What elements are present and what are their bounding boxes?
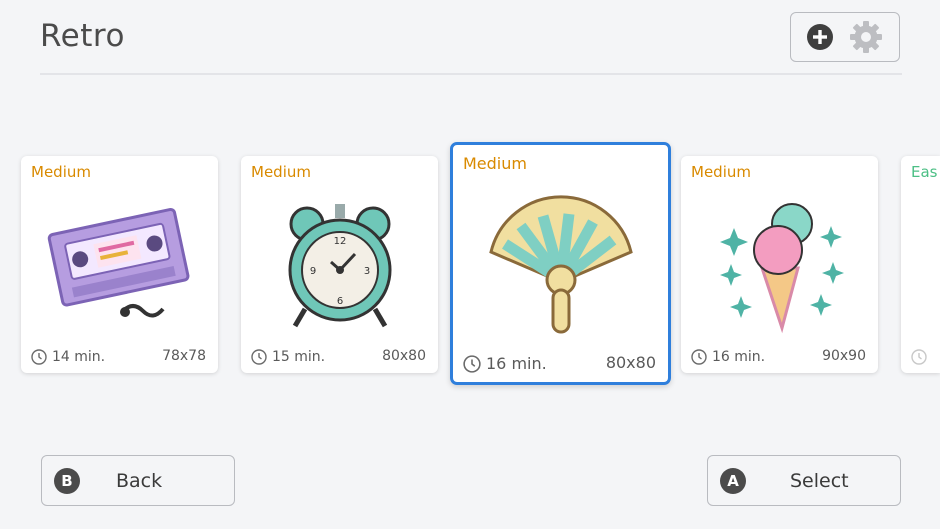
plus-circle-icon [807, 24, 833, 50]
difficulty-label: Medium [691, 163, 751, 181]
puzzle-card-vhs[interactable]: Medium 14 min. 78x78 [21, 156, 218, 373]
a-button-icon: A [720, 468, 746, 494]
hand-fan-artwork [453, 179, 668, 344]
time-estimate: 16 min. [691, 349, 765, 365]
back-button[interactable]: B Back [41, 455, 235, 506]
b-button-icon: B [54, 468, 80, 494]
gear-icon [850, 21, 882, 53]
time-estimate: 15 min. [251, 349, 325, 365]
grid-size: 78x78 [162, 348, 206, 364]
time-text: 16 min. [486, 354, 547, 373]
time-text: 15 min. [272, 349, 326, 365]
alarm-clock-artwork: 12 3 6 9 [241, 186, 438, 341]
puzzle-card-ice-cream[interactable]: Medium 16 min. 90x90 [681, 156, 878, 373]
time-text: 14 min. [52, 349, 106, 365]
grid-size: 80x80 [382, 348, 426, 364]
svg-text:9: 9 [309, 266, 315, 277]
svg-text:6: 6 [336, 296, 342, 307]
clock-icon [463, 354, 481, 373]
back-label: Back [116, 470, 163, 492]
puzzle-card-hand-fan[interactable]: Medium 16 min. 80x80 [450, 142, 671, 385]
add-button[interactable] [806, 23, 834, 51]
time-estimate: 14 min. [31, 349, 105, 365]
select-button[interactable]: A Select [707, 455, 901, 506]
puzzle-card-alarm-clock[interactable]: Medium 12 3 6 9 15 min. 80x80 [241, 156, 438, 373]
header-divider [40, 73, 902, 75]
grid-size: 90x90 [822, 348, 866, 364]
top-actions-panel [790, 12, 900, 62]
grid-size: 80x80 [605, 353, 656, 372]
time-text: 16 min. [712, 349, 766, 365]
difficulty-label: Medium [463, 154, 527, 173]
svg-text:3: 3 [363, 266, 369, 277]
difficulty-label: Eas [911, 163, 938, 181]
settings-button[interactable] [848, 19, 884, 55]
clock-icon [911, 349, 927, 365]
clock-icon [31, 349, 47, 365]
clock-icon [691, 349, 707, 365]
ice-cream-artwork [681, 186, 878, 341]
svg-text:12: 12 [333, 236, 346, 247]
time-estimate [911, 349, 927, 365]
select-label: Select [790, 470, 849, 492]
clock-icon [251, 349, 267, 365]
time-estimate: 16 min. [463, 354, 547, 373]
page-title: Retro [40, 18, 125, 54]
difficulty-label: Medium [251, 163, 311, 181]
vhs-tape-artwork [21, 186, 218, 341]
puzzle-card-partial[interactable]: Eas [901, 156, 940, 373]
difficulty-label: Medium [31, 163, 91, 181]
